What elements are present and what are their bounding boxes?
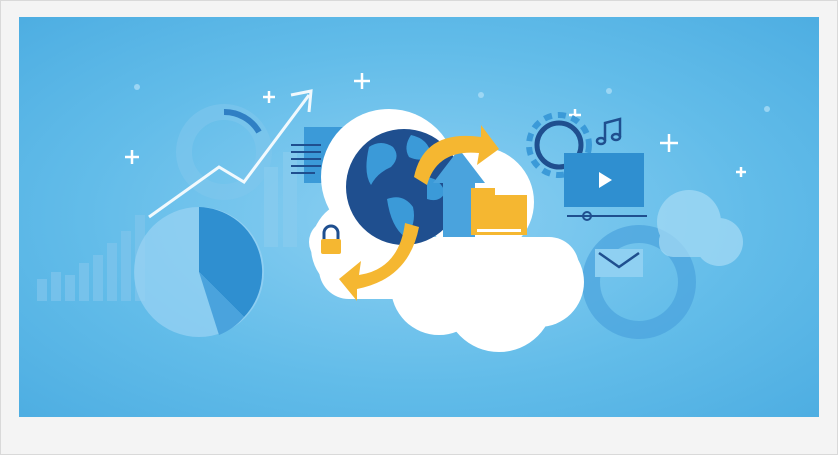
pie-chart-icon [134,207,264,337]
cloud-computing-illustration [19,17,819,417]
envelope-icon [595,249,643,277]
caption-area [19,417,819,454]
padlock-icon [309,220,353,264]
folder-icon [471,188,527,235]
image-card [0,0,838,455]
